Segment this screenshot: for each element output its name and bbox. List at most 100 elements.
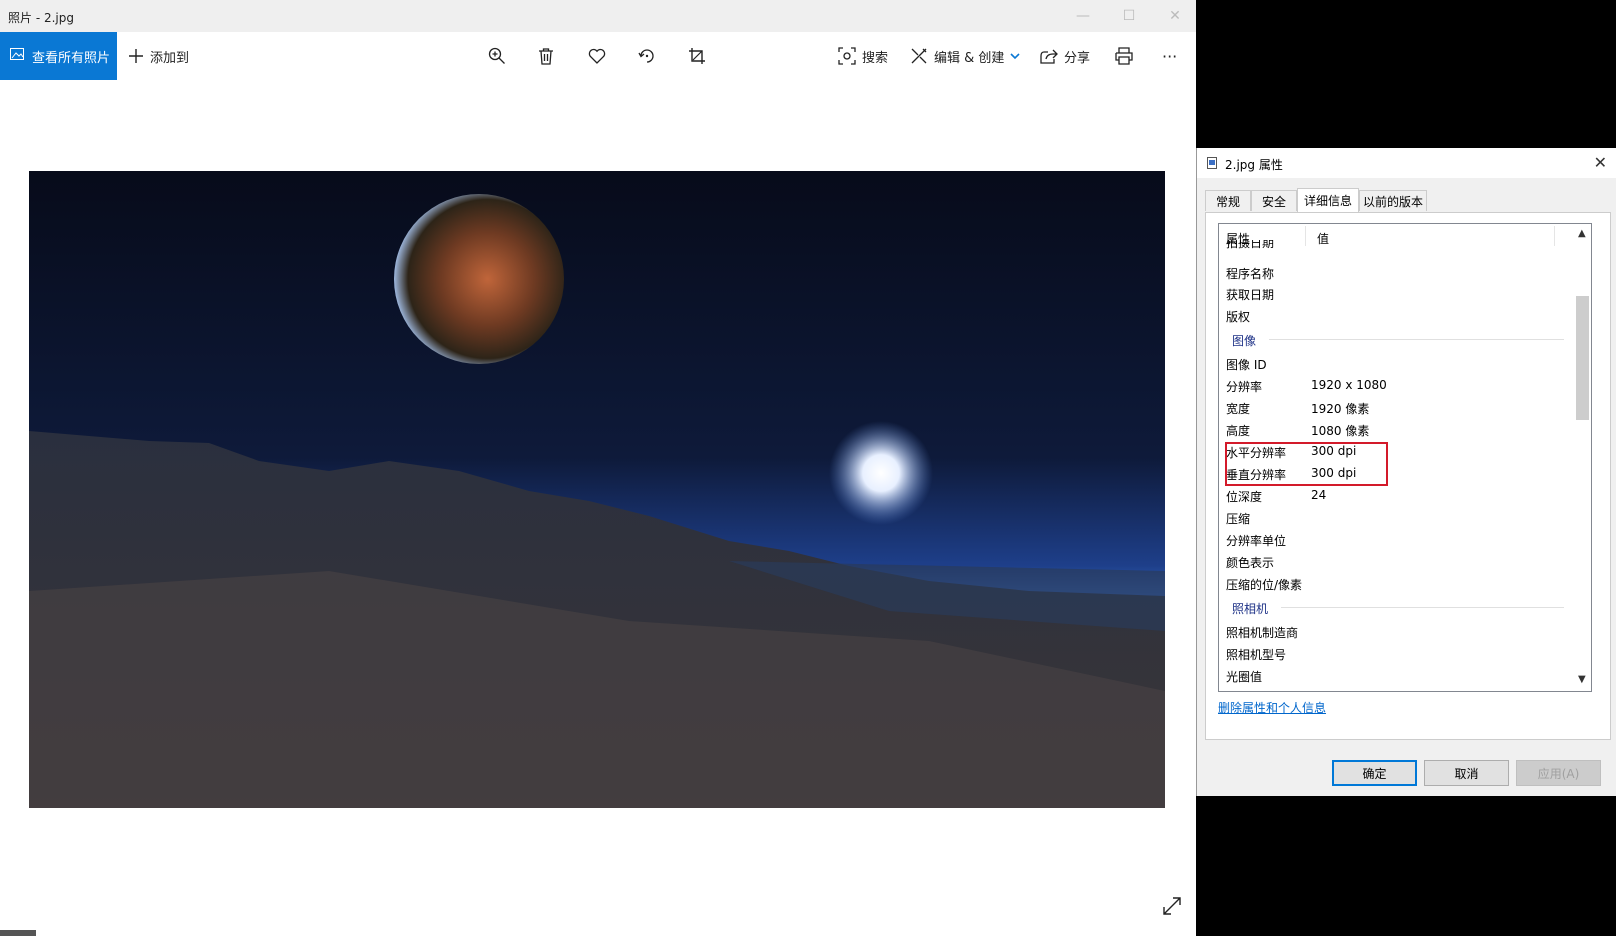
add-to-button[interactable]: 添加到 [128,32,189,80]
row-value: 1080 像素 [1311,424,1370,438]
tab-security[interactable]: 安全 [1251,190,1297,211]
print-button[interactable] [1115,32,1133,80]
row-name: 图像 ID [1226,358,1267,372]
row-name: 拍摄日期 [1226,240,1275,250]
edit-icon [910,47,928,65]
dialog-close-icon[interactable]: ✕ [1594,153,1607,172]
group-divider [1281,607,1564,608]
cancel-button[interactable]: 取消 [1424,760,1509,786]
rotate-icon [638,47,656,65]
crop-button[interactable] [688,32,706,80]
list-row[interactable]: 照相机型号 [1219,642,1574,664]
list-row[interactable]: 获取日期 [1219,282,1574,304]
space-landscape-image [29,171,1165,808]
row-name: 照相机型号 [1226,648,1287,662]
window-title: 照片 - 2.jpg [8,11,74,25]
tab-general[interactable]: 常规 [1205,190,1251,211]
list-row[interactable]: 分辨率 1920 x 1080 [1219,374,1574,396]
list-row[interactable]: 照相机制造商 [1219,620,1574,642]
resolution-highlight-box [1225,442,1388,486]
scroll-up-icon[interactable]: ▲ [1578,228,1586,239]
group-label: 图像 [1232,334,1257,348]
delete-button[interactable] [538,32,554,80]
list-row[interactable]: 分辨率单位 [1219,528,1574,550]
row-name: 程序名称 [1226,267,1275,281]
printer-icon [1115,47,1133,65]
row-name: 宽度 [1226,402,1251,416]
details-panel: 属性 值 拍摄日期 程序名称 获取日期 版权 图像 图像 ID 分辨率 1920… [1205,212,1611,740]
row-value: 24 [1311,488,1327,502]
search-label: 搜索 [862,50,889,66]
share-label: 分享 [1064,50,1091,66]
row-value: 1920 x 1080 [1311,378,1387,392]
chevron-down-icon [1010,52,1020,60]
maximize-button[interactable]: ☐ [1106,0,1152,32]
list-row[interactable]: 宽度 1920 像素 [1219,396,1574,418]
group-header-camera[interactable]: 照相机 [1219,596,1574,618]
list-row[interactable]: 版权 [1219,304,1574,326]
apply-button[interactable]: 应用(A) [1516,760,1601,786]
edit-create-label: 编辑 & 创建 [934,50,1005,66]
title-bar: 照片 - 2.jpg — ☐ ✕ [0,0,1196,32]
crop-icon [688,47,706,65]
group-label: 照相机 [1232,602,1269,616]
edit-create-button[interactable]: 编辑 & 创建 [910,32,1020,80]
vertical-scrollbar[interactable]: ▲ ▼ [1574,224,1591,689]
property-list[interactable]: 属性 值 拍摄日期 程序名称 获取日期 版权 图像 图像 ID 分辨率 1920… [1218,223,1592,692]
properties-dialog: 2.jpg 属性 ✕ 常规 安全 详细信息 以前的版本 属性 值 拍摄日期 程序… [1196,148,1616,796]
heart-icon [588,48,606,64]
zoom-in-icon [488,47,506,65]
list-row[interactable]: 颜色表示 [1219,550,1574,572]
photos-icon [10,48,24,64]
list-row[interactable]: 高度 1080 像素 [1219,418,1574,440]
dialog-title: 2.jpg 属性 [1225,158,1283,172]
plus-icon [128,48,144,64]
close-button[interactable]: ✕ [1152,0,1198,32]
row-name: 位深度 [1226,490,1263,504]
group-header-image[interactable]: 图像 [1219,328,1574,350]
row-value: 1920 像素 [1311,402,1370,416]
more-button[interactable]: ··· [1162,32,1177,80]
share-icon [1040,47,1058,65]
row-name: 分辨率 [1226,380,1263,394]
expand-icon[interactable] [1162,896,1182,919]
photo-view[interactable] [29,171,1165,808]
list-row[interactable]: 拍摄日期 [1219,240,1574,252]
add-to-label: 添加到 [150,50,190,66]
row-name: 光圈值 [1226,670,1263,684]
file-icon [1207,157,1217,172]
row-name: 照相机制造商 [1226,626,1299,640]
list-row[interactable]: 压缩的位/像素 [1219,572,1574,594]
list-row[interactable]: 压缩 [1219,506,1574,528]
list-row[interactable]: 光圈值 [1219,664,1574,686]
list-row[interactable]: 位深度 24 [1219,484,1574,506]
tab-details[interactable]: 详细信息 [1297,188,1359,212]
view-all-photos-button[interactable]: 查看所有照片 [0,32,117,80]
row-name: 分辨率单位 [1226,534,1287,548]
trash-icon [538,47,554,65]
search-button[interactable]: 搜索 [838,32,888,80]
remove-properties-link[interactable]: 删除属性和个人信息 [1218,699,1326,716]
row-name: 压缩 [1226,512,1251,526]
row-name: 获取日期 [1226,288,1275,302]
group-divider [1269,339,1564,340]
photos-window: 照片 - 2.jpg — ☐ ✕ 查看所有照片 添加到 搜索 编辑 & 创建 分… [0,0,1196,936]
toolbar: 查看所有照片 添加到 搜索 编辑 & 创建 分享 ··· [0,32,1196,80]
favorite-button[interactable] [588,32,606,80]
dialog-title-bar: 2.jpg 属性 ✕ [1197,148,1616,178]
row-name: 颜色表示 [1226,556,1275,570]
minimize-button[interactable]: — [1060,0,1106,32]
row-name: 版权 [1226,310,1251,324]
scroll-thumb[interactable] [1576,296,1589,420]
ok-button[interactable]: 确定 [1332,760,1417,786]
row-name: 压缩的位/像素 [1226,578,1303,592]
row-name: 高度 [1226,424,1251,438]
share-button[interactable]: 分享 [1040,32,1090,80]
scroll-down-icon[interactable]: ▼ [1578,674,1586,685]
search-icon [838,47,856,65]
list-row[interactable]: 图像 ID [1219,352,1574,374]
rotate-button[interactable] [638,32,656,80]
tab-previous-versions[interactable]: 以前的版本 [1359,190,1427,211]
list-row[interactable]: 程序名称 [1219,261,1574,283]
zoom-button[interactable] [488,32,506,80]
